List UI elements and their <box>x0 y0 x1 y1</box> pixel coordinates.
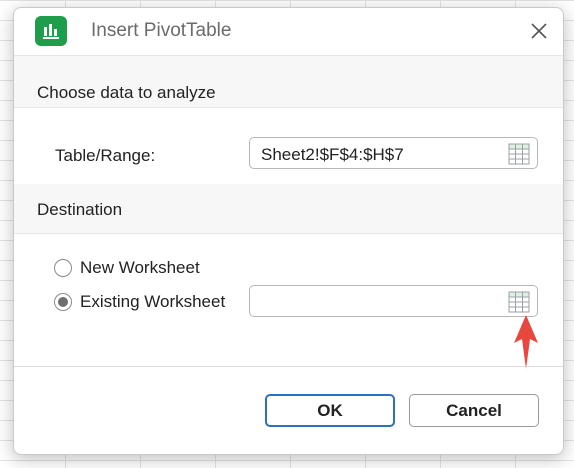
ok-button[interactable]: OK <box>265 394 395 427</box>
cancel-button[interactable]: Cancel <box>409 394 539 427</box>
insert-pivottable-dialog: Insert PivotTable Choose data to analyze… <box>13 7 564 455</box>
radio-button-selected[interactable] <box>54 293 72 311</box>
table-range-label: Table/Range: <box>55 146 156 165</box>
table-range-input[interactable]: Sheet2!$F$4:$H$7 <box>249 137 538 169</box>
existing-location-input[interactable] <box>249 285 538 317</box>
close-icon <box>531 23 547 39</box>
new-worksheet-label: New Worksheet <box>80 258 200 277</box>
footer-divider <box>14 366 563 367</box>
existing-worksheet-label: Existing Worksheet <box>80 292 226 311</box>
title-bar: Insert PivotTable <box>14 8 563 56</box>
close-button[interactable] <box>527 19 551 43</box>
radio-button[interactable] <box>54 259 72 277</box>
data-section-header: Choose data to analyze <box>14 56 563 107</box>
divider <box>14 233 563 234</box>
pivot-table-app-icon <box>35 16 67 46</box>
destination-section-header: Destination <box>14 184 563 233</box>
destination-heading: Destination <box>37 200 123 219</box>
range-selector-icon[interactable] <box>508 143 530 170</box>
divider <box>14 107 563 108</box>
dialog-title: Insert PivotTable <box>91 20 232 41</box>
table-range-value: Sheet2!$F$4:$H$7 <box>261 145 404 164</box>
choose-data-heading: Choose data to analyze <box>37 83 216 102</box>
